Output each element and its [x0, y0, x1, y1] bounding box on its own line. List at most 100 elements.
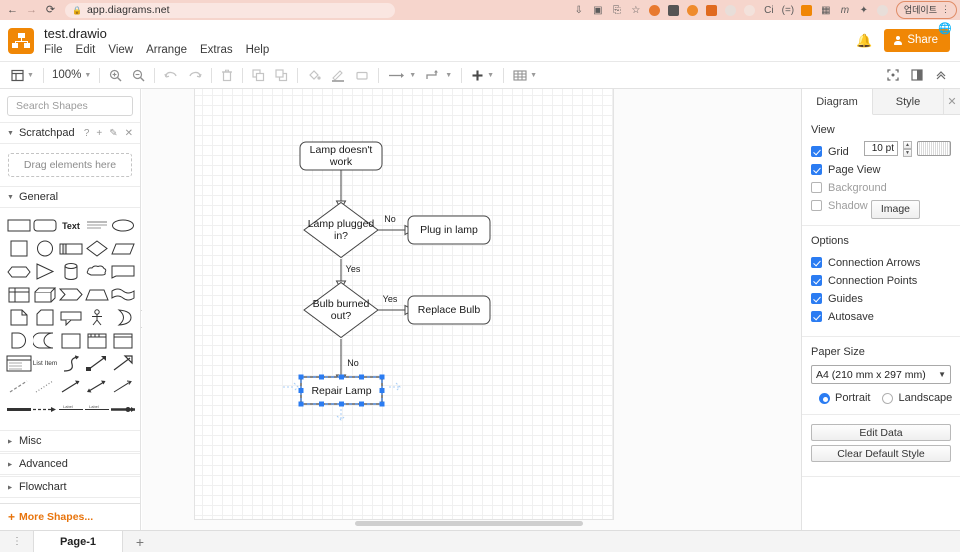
sidebar-section-advanced[interactable]: ▼ Advanced: [0, 453, 140, 475]
shape-arc[interactable]: [32, 331, 58, 350]
shape-note[interactable]: [32, 308, 58, 327]
bookmark-star-icon[interactable]: ☆: [627, 2, 645, 18]
extension-faded-icon[interactable]: [722, 2, 740, 18]
shape-step[interactable]: [58, 285, 84, 304]
shadow-checkbox[interactable]: [811, 200, 822, 211]
more-shapes-button[interactable]: + More Shapes...: [0, 503, 140, 530]
shape-tape[interactable]: [110, 285, 136, 304]
shape-trapezoid[interactable]: [84, 285, 110, 304]
install-icon[interactable]: ⇩: [570, 2, 588, 18]
sidebar-section-scratchpad[interactable]: ▼ Scratchpad ? + ✎ ✕: [0, 122, 140, 144]
background-checkbox[interactable]: [811, 182, 822, 193]
extension-wallet-icon[interactable]: [703, 2, 721, 18]
fullscreen-icon[interactable]: [882, 64, 904, 86]
tab-style[interactable]: Style: [873, 89, 944, 114]
forward-arrow-icon[interactable]: →: [23, 2, 40, 19]
add-icon[interactable]: +: [96, 128, 102, 139]
guides-checkbox[interactable]: [811, 293, 822, 304]
autosave-row[interactable]: Autosave: [811, 308, 951, 325]
diagram-canvas[interactable]: Lamp doesn't work Lamp plugged in? Plug …: [142, 89, 801, 530]
trash-icon[interactable]: [216, 64, 238, 86]
grid-color-swatch[interactable]: [917, 141, 951, 156]
connection-points-checkbox[interactable]: [811, 275, 822, 286]
menu-extras[interactable]: Extras: [200, 44, 233, 56]
page-view-checkbox[interactable]: [811, 164, 822, 175]
extension-dots-icon[interactable]: [741, 2, 759, 18]
sidebar-section-flowchart[interactable]: ▼ Flowchart: [0, 476, 140, 498]
shape-list[interactable]: [6, 354, 32, 373]
shape-icon[interactable]: [350, 64, 374, 86]
search-box[interactable]: ⚲: [7, 96, 140, 116]
shape-thin-arrow[interactable]: [110, 377, 136, 396]
shape-textbox[interactable]: [84, 216, 110, 235]
connection-arrow-icon[interactable]: ▼: [383, 64, 421, 86]
shape-directional-line[interactable]: [58, 377, 84, 396]
close-icon[interactable]: ✕: [944, 89, 960, 114]
shape-square[interactable]: [6, 239, 32, 258]
scratchpad-dropzone[interactable]: Drag elements here: [8, 153, 132, 177]
shape-container[interactable]: [58, 331, 84, 350]
shape-dual-arrow[interactable]: [110, 400, 136, 419]
redo-icon[interactable]: [183, 64, 207, 86]
insert-plus-icon[interactable]: ▼: [466, 64, 499, 86]
menu-file[interactable]: File: [44, 44, 63, 56]
reload-icon[interactable]: ⟳: [42, 2, 59, 19]
shape-speech-bubble[interactable]: [58, 308, 84, 327]
edit-icon[interactable]: ✎: [109, 128, 117, 139]
globe-icon[interactable]: 🌐: [938, 22, 952, 35]
send-to-back-icon[interactable]: [270, 64, 293, 86]
waypoint-icon[interactable]: ▼: [421, 64, 457, 86]
zoom-out-icon[interactable]: [127, 64, 150, 86]
diagram-page[interactable]: Lamp doesn't work Lamp plugged in? Plug …: [195, 89, 613, 519]
guides-row[interactable]: Guides: [811, 290, 951, 307]
extension-puzzle-icon[interactable]: ✦: [855, 2, 873, 18]
help-icon[interactable]: ?: [84, 128, 90, 139]
horizontal-scrollbar[interactable]: [355, 521, 583, 526]
shape-dashed-line[interactable]: [6, 377, 32, 396]
view-layout-icon[interactable]: ▼: [6, 64, 39, 86]
shape-rectangle[interactable]: [6, 216, 32, 235]
sidebar-section-misc[interactable]: ▼ Misc: [0, 430, 140, 452]
extension-clock-icon[interactable]: [684, 2, 702, 18]
extension-orange-icon[interactable]: [646, 2, 664, 18]
page-view-checkbox-row[interactable]: Page View: [811, 161, 951, 178]
back-arrow-icon[interactable]: ←: [4, 2, 21, 19]
share-page-icon[interactable]: ⎘: [608, 2, 626, 18]
shape-triangle[interactable]: [32, 262, 58, 281]
translate-icon[interactable]: ▣: [589, 2, 607, 18]
grid-checkbox[interactable]: [811, 146, 822, 157]
page-title[interactable]: test.drawio: [44, 26, 269, 41]
zoom-level-button[interactable]: 100% ▼: [48, 64, 95, 86]
shape-arrow[interactable]: [110, 354, 136, 373]
pages-menu-icon[interactable]: ⋮: [0, 531, 33, 552]
extension-paren-icon[interactable]: (=): [779, 2, 797, 18]
grid-size-stepper[interactable]: ▲ ▼: [903, 141, 912, 157]
extension-avatar-icon[interactable]: [874, 2, 892, 18]
shape-or[interactable]: [110, 308, 136, 327]
extension-drawio-icon[interactable]: [798, 2, 816, 18]
shape-circle[interactable]: [32, 239, 58, 258]
bring-to-front-icon[interactable]: [247, 64, 270, 86]
zoom-in-icon[interactable]: [104, 64, 127, 86]
orientation-portrait[interactable]: Portrait: [819, 392, 870, 404]
connection-points-row[interactable]: Connection Points: [811, 272, 951, 289]
extension-grey-icon[interactable]: [665, 2, 683, 18]
shape-cylinder[interactable]: [58, 262, 84, 281]
shape-bidirectional-line[interactable]: [84, 377, 110, 396]
paper-size-select[interactable]: A4 (210 mm x 297 mm) ▼: [811, 365, 951, 384]
shape-parallelogram[interactable]: [110, 239, 136, 258]
extension-ci-icon[interactable]: Ci: [760, 2, 778, 18]
autosave-checkbox[interactable]: [811, 311, 822, 322]
shape-cube[interactable]: [32, 285, 58, 304]
shape-hexagon[interactable]: [6, 262, 32, 281]
background-image-button[interactable]: Image: [870, 200, 920, 219]
connection-arrows-row[interactable]: Connection Arrows: [811, 254, 951, 271]
fill-color-icon[interactable]: [302, 64, 326, 86]
tab-diagram[interactable]: Diagram: [802, 89, 873, 115]
shape-actor[interactable]: [84, 308, 110, 327]
search-input[interactable]: [14, 99, 140, 113]
collapse-toolbar-icon[interactable]: [930, 64, 952, 86]
table-icon[interactable]: ▼: [508, 64, 542, 86]
shape-horizontal-container[interactable]: [110, 331, 136, 350]
menu-edit[interactable]: Edit: [76, 44, 96, 56]
